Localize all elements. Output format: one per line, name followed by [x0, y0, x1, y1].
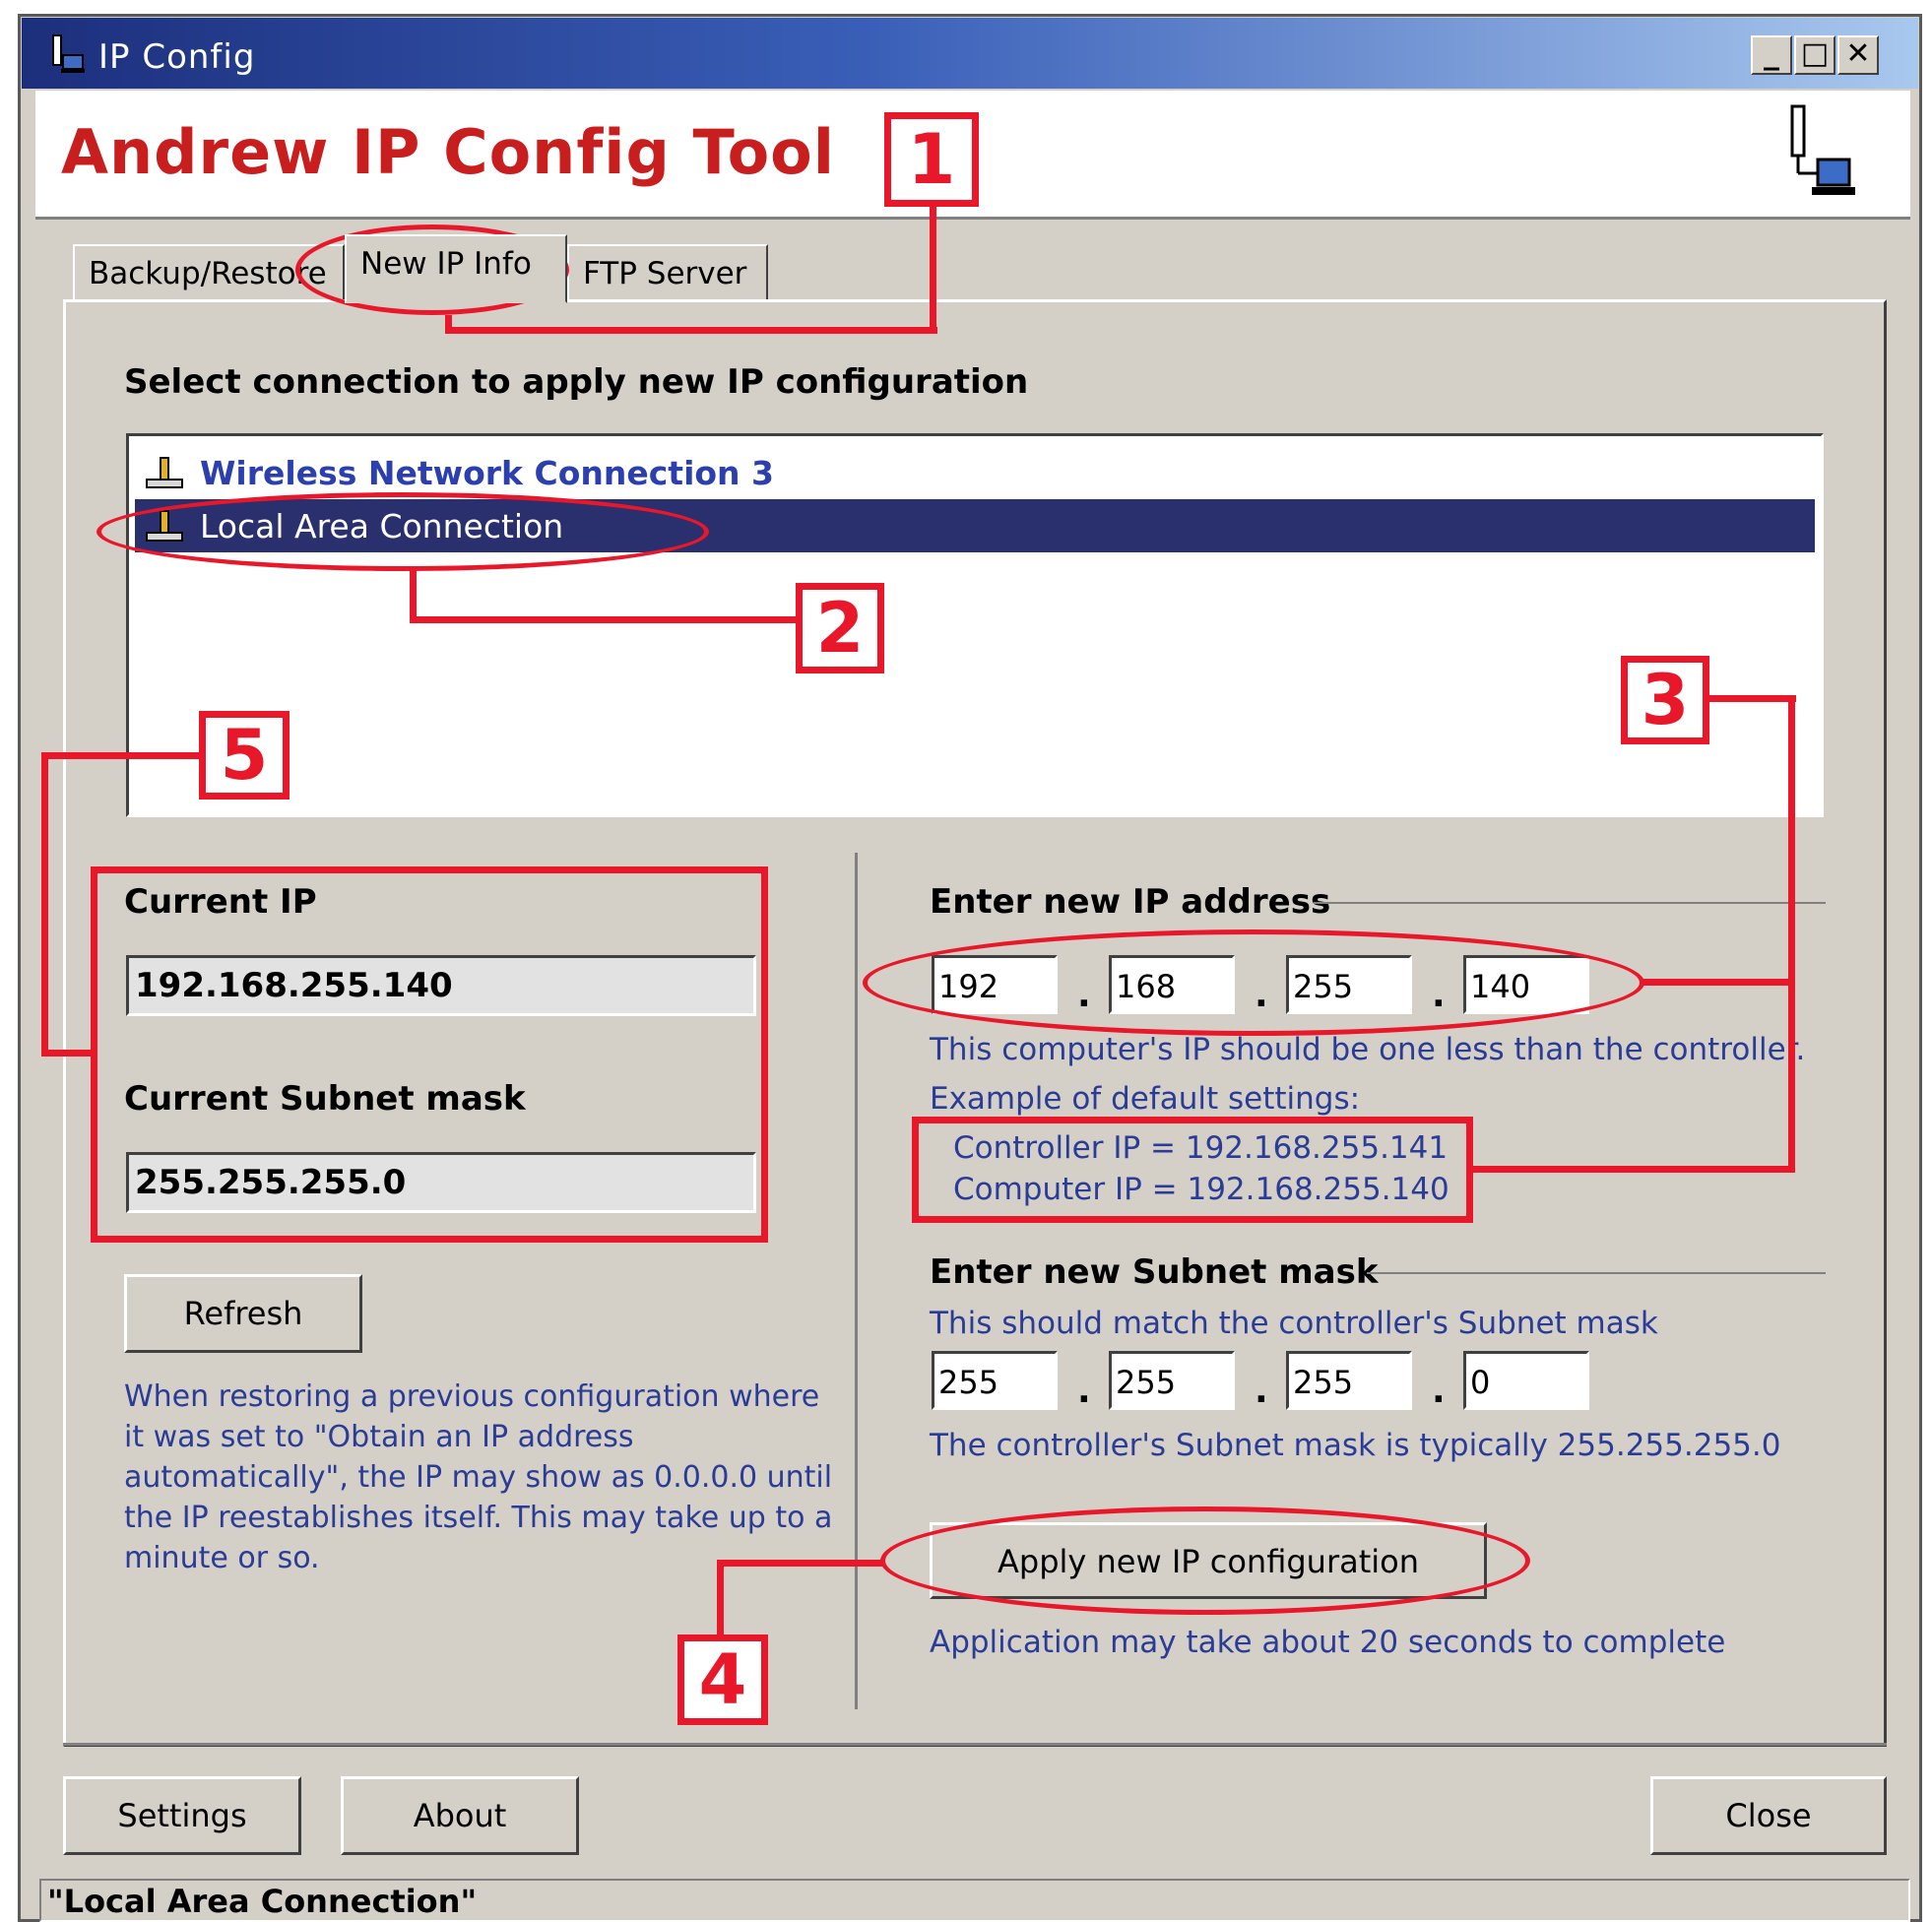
- app-icon: [52, 34, 85, 73]
- annotation-marker-1: 1: [884, 112, 979, 207]
- annotation-connector: [41, 752, 201, 759]
- network-computer-icon: [1790, 104, 1855, 195]
- connection-list[interactable]: Wireless Network Connection 3 Local Area…: [126, 433, 1824, 817]
- minimize-button[interactable]: _: [1751, 35, 1792, 75]
- new-ip-hint: This computer's IP should be one less th…: [930, 1032, 1806, 1067]
- group-divider: [1367, 1272, 1826, 1274]
- annotation-connector: [717, 1560, 724, 1638]
- group-divider: [1314, 902, 1826, 904]
- annotation-connector: [41, 752, 48, 1056]
- about-button[interactable]: About: [341, 1776, 579, 1855]
- annotation-connector: [1707, 695, 1796, 702]
- title-bar[interactable]: [22, 18, 1918, 89]
- connection-heading: Select connection to apply new IP config…: [124, 362, 1029, 402]
- close-button[interactable]: Close: [1650, 1776, 1887, 1855]
- annotation-box-current: [91, 866, 768, 1243]
- annotation-connector: [41, 1050, 95, 1057]
- annotation-ellipse-3: [863, 929, 1644, 1036]
- annotation-connector: [445, 327, 937, 334]
- annotation-marker-3: 3: [1621, 656, 1709, 744]
- tab-ftp-server[interactable]: FTP Server: [567, 244, 768, 301]
- annotation-connector: [410, 616, 804, 623]
- octet-separator: .: [1077, 1371, 1091, 1411]
- list-item-wireless[interactable]: Wireless Network Connection 3: [135, 446, 1815, 499]
- subnet-octet-2[interactable]: 255: [1109, 1351, 1235, 1410]
- subnet-note: The controller's Subnet mask is typicall…: [930, 1428, 1781, 1463]
- refresh-button[interactable]: Refresh: [124, 1274, 362, 1353]
- annotation-marker-4: 4: [677, 1634, 768, 1725]
- annotation-marker-2: 2: [796, 583, 884, 673]
- annotation-connector: [1471, 1166, 1795, 1173]
- subnet-octet-3[interactable]: 255: [1286, 1351, 1412, 1410]
- maximize-button[interactable]: □: [1794, 35, 1835, 75]
- tab-new-ip-info[interactable]: New IP Info: [345, 234, 567, 303]
- annotation-connector: [445, 315, 452, 334]
- annotation-marker-5: 5: [199, 711, 290, 800]
- new-subnet-heading: Enter new Subnet mask: [930, 1252, 1379, 1292]
- restore-note: When restoring a previous configuration …: [124, 1379, 833, 1575]
- new-ip-heading: Enter new IP address: [930, 882, 1331, 922]
- annotation-connector: [717, 1560, 884, 1567]
- example-heading: Example of default settings:: [930, 1081, 1361, 1117]
- app-title: Andrew IP Config Tool: [61, 116, 836, 188]
- window-title: IP Config: [98, 37, 256, 77]
- annotation-box-example: [912, 1117, 1473, 1223]
- list-item-label: Wireless Network Connection 3: [200, 454, 774, 492]
- annotation-ellipse-4: [880, 1506, 1530, 1615]
- annotation-connector: [1642, 979, 1795, 986]
- network-connection-icon: [146, 457, 183, 488]
- annotation-ellipse-2: [97, 492, 709, 571]
- column-divider: [855, 853, 858, 1709]
- annotation-connector: [410, 567, 417, 622]
- subnet-octet-4[interactable]: 0: [1463, 1351, 1589, 1410]
- apply-note: Application may take about 20 seconds to…: [930, 1625, 1726, 1660]
- annotation-connector: [1788, 695, 1795, 1172]
- subnet-octet-1[interactable]: 255: [932, 1351, 1058, 1410]
- close-window-button[interactable]: ✕: [1837, 35, 1879, 75]
- settings-button[interactable]: Settings: [63, 1776, 301, 1855]
- annotation-connector: [930, 203, 936, 334]
- status-bar: "Local Area Connection": [39, 1879, 1910, 1922]
- octet-separator: .: [1255, 1371, 1268, 1411]
- octet-separator: .: [1432, 1371, 1446, 1411]
- footer-divider: [63, 1743, 1887, 1746]
- subnet-hint: This should match the controller's Subne…: [930, 1306, 1658, 1341]
